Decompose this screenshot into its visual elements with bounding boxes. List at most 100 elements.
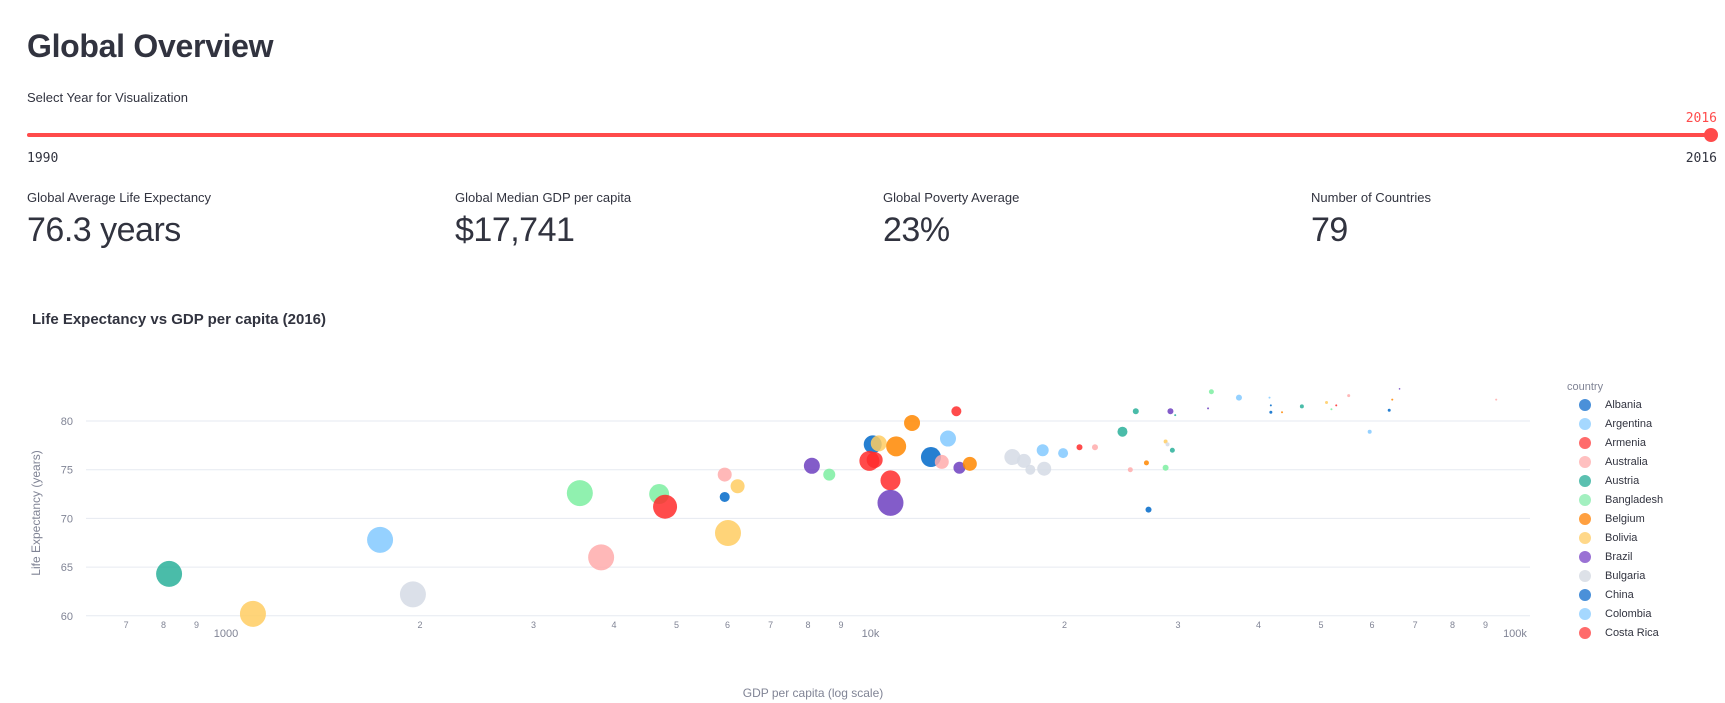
legend-item[interactable]: Costa Rica [1567, 623, 1663, 642]
legend-item[interactable]: Armenia [1567, 433, 1663, 452]
x-tick-minor-label: 3 [1175, 620, 1180, 630]
data-point[interactable] [803, 457, 820, 474]
y-tick-label: 80 [61, 416, 73, 428]
year-slider-current-value: 2016 [1685, 111, 1717, 126]
data-point[interactable] [1145, 506, 1152, 513]
x-tick-minor-label: 6 [1370, 620, 1375, 630]
x-tick-minor-label: 7 [124, 620, 129, 630]
data-point[interactable] [1398, 388, 1401, 390]
legend-item[interactable]: Australia [1567, 452, 1663, 471]
data-point[interactable] [1387, 408, 1391, 412]
data-point[interactable] [1330, 408, 1333, 411]
x-tick-major-label: 1000 [214, 628, 238, 640]
data-point[interactable] [399, 581, 426, 608]
data-point[interactable] [367, 526, 394, 553]
data-point[interactable] [1299, 404, 1304, 409]
x-tick-major-label: 10k [862, 628, 880, 640]
data-point[interactable] [1127, 467, 1133, 473]
data-point[interactable] [1036, 444, 1049, 457]
data-point[interactable] [1347, 394, 1351, 398]
legend-item[interactable]: Albania [1567, 395, 1663, 414]
year-slider-label: Select Year for Visualization [27, 90, 188, 105]
legend-label: Belgium [1605, 512, 1645, 525]
data-point[interactable] [1091, 444, 1098, 451]
legend-item[interactable]: Bulgaria [1567, 566, 1663, 585]
y-tick-labels: 60 65 70 75 80 [61, 416, 73, 623]
data-point[interactable] [939, 430, 956, 447]
legend-item[interactable]: Belgium [1567, 509, 1663, 528]
x-tick-minor-label: 8 [806, 620, 811, 630]
data-point[interactable] [1037, 461, 1052, 476]
data-point[interactable] [653, 494, 678, 519]
legend-item[interactable]: Bolivia [1567, 528, 1663, 547]
legend-label: Bulgaria [1605, 569, 1646, 582]
data-point[interactable] [1165, 442, 1170, 447]
data-point[interactable] [866, 451, 883, 468]
data-point[interactable] [1076, 444, 1083, 451]
year-slider-thumb[interactable] [1704, 128, 1718, 142]
data-point[interactable] [566, 480, 593, 507]
legend-item[interactable]: Colombia [1567, 604, 1663, 623]
data-point[interactable] [870, 435, 887, 452]
x-tick-minor-label: 9 [1483, 620, 1488, 630]
data-point[interactable] [1268, 396, 1271, 399]
data-point[interactable] [730, 479, 745, 494]
legend-marker-icon [1579, 569, 1591, 582]
data-point[interactable] [1025, 464, 1036, 475]
data-point[interactable] [714, 520, 741, 547]
x-tick-minor-label: 9 [194, 620, 199, 630]
data-point[interactable] [1335, 404, 1338, 407]
data-point[interactable] [1269, 410, 1273, 414]
data-point[interactable] [1143, 460, 1149, 466]
legend-marker-icon [1579, 493, 1591, 506]
data-point[interactable] [588, 544, 615, 571]
data-point[interactable] [951, 406, 962, 417]
data-point[interactable] [156, 560, 183, 587]
legend-item[interactable]: Argentina [1567, 414, 1663, 433]
data-point[interactable] [1162, 464, 1169, 471]
data-point[interactable] [877, 489, 904, 516]
data-point[interactable] [1391, 398, 1394, 401]
data-point[interactable] [1117, 426, 1128, 437]
data-point[interactable] [1495, 398, 1498, 401]
legend-marker-icon [1579, 436, 1591, 449]
data-point[interactable] [934, 454, 949, 469]
data-point[interactable] [886, 436, 907, 457]
data-point[interactable] [1169, 447, 1175, 453]
legend-marker-icon [1579, 398, 1591, 411]
x-tick-minor-label: 2 [1062, 620, 1067, 630]
data-point[interactable] [1174, 414, 1177, 417]
data-points [156, 388, 1498, 627]
data-point[interactable] [1269, 404, 1272, 407]
x-tick-minor-label: 5 [674, 620, 679, 630]
data-point[interactable] [904, 414, 921, 431]
legend-item[interactable]: Bangladesh [1567, 490, 1663, 509]
data-point[interactable] [719, 491, 730, 502]
legend-item[interactable]: Brazil [1567, 547, 1663, 566]
year-slider-track[interactable] [27, 133, 1711, 137]
y-tick-label: 65 [61, 562, 73, 574]
legend-label: Bolivia [1605, 531, 1638, 544]
metric-value: 76.3 years [27, 211, 181, 249]
data-point[interactable] [880, 470, 901, 491]
data-point[interactable] [1207, 407, 1210, 410]
data-point[interactable] [962, 456, 977, 471]
legend-label: Australia [1605, 455, 1648, 468]
chart-title: Life Expectancy vs GDP per capita (2016) [32, 311, 327, 328]
data-point[interactable] [1281, 411, 1284, 414]
data-point[interactable] [1132, 408, 1139, 415]
data-point[interactable] [1167, 408, 1174, 415]
data-point[interactable] [1235, 394, 1242, 401]
data-point[interactable] [1058, 448, 1069, 459]
data-point[interactable] [1367, 429, 1372, 434]
legend-title: country [1567, 381, 1604, 393]
legend-item[interactable]: China [1567, 585, 1663, 604]
data-point[interactable] [717, 467, 732, 482]
data-point[interactable] [1208, 389, 1214, 395]
data-point[interactable] [1325, 400, 1329, 404]
data-point[interactable] [239, 600, 266, 627]
legend-item[interactable]: Austria [1567, 471, 1663, 490]
scatter-chart[interactable]: 60 65 70 75 80 7 8 9 2 3 4 5 6 7 8 9 2 3 4 5 6 7 8 9 1000 10k 100… [0, 330, 1560, 703]
data-point[interactable] [823, 468, 836, 481]
x-tick-minor-label: 7 [1413, 620, 1418, 630]
